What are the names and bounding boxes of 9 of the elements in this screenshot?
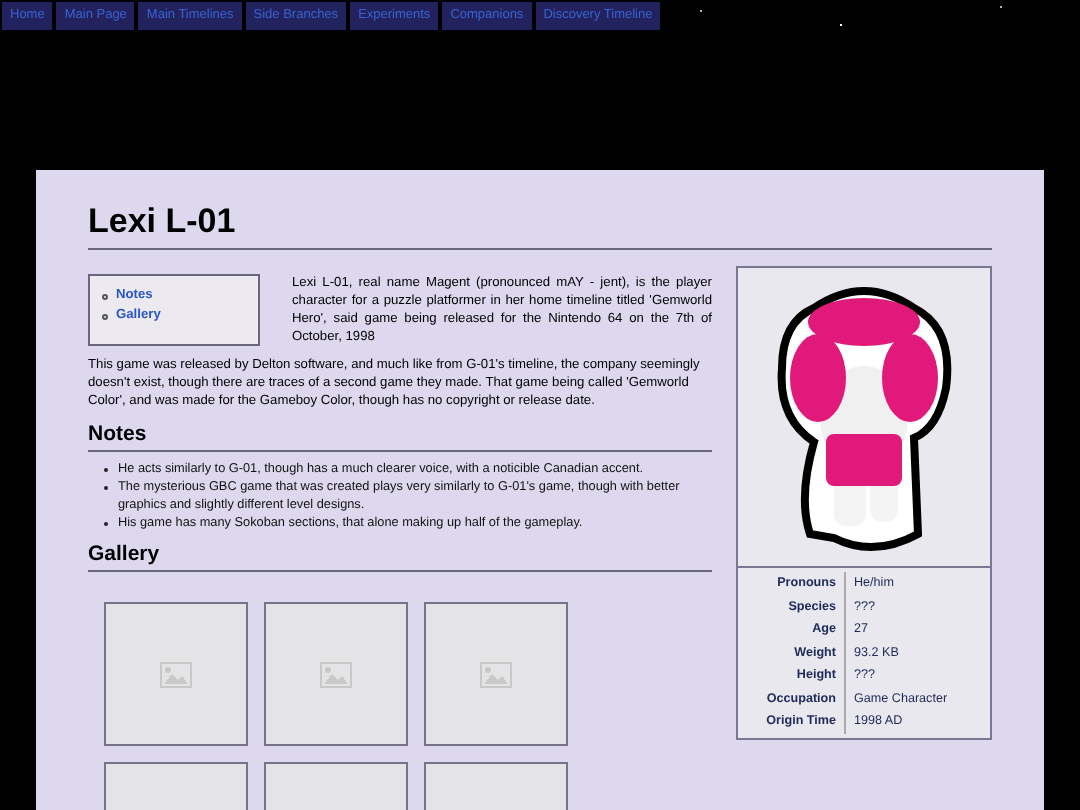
image-icon xyxy=(160,661,192,687)
section-heading: Notes xyxy=(88,420,712,452)
gallery-thumbnail[interactable] xyxy=(424,602,568,746)
gallery-thumbnail[interactable] xyxy=(104,602,248,746)
image-icon xyxy=(320,661,352,687)
gallery-thumbnail[interactable] xyxy=(264,602,408,746)
section-heading: Gallery xyxy=(88,540,712,572)
page-title: Lexi L-01 xyxy=(88,198,992,250)
image-icon xyxy=(480,661,512,687)
